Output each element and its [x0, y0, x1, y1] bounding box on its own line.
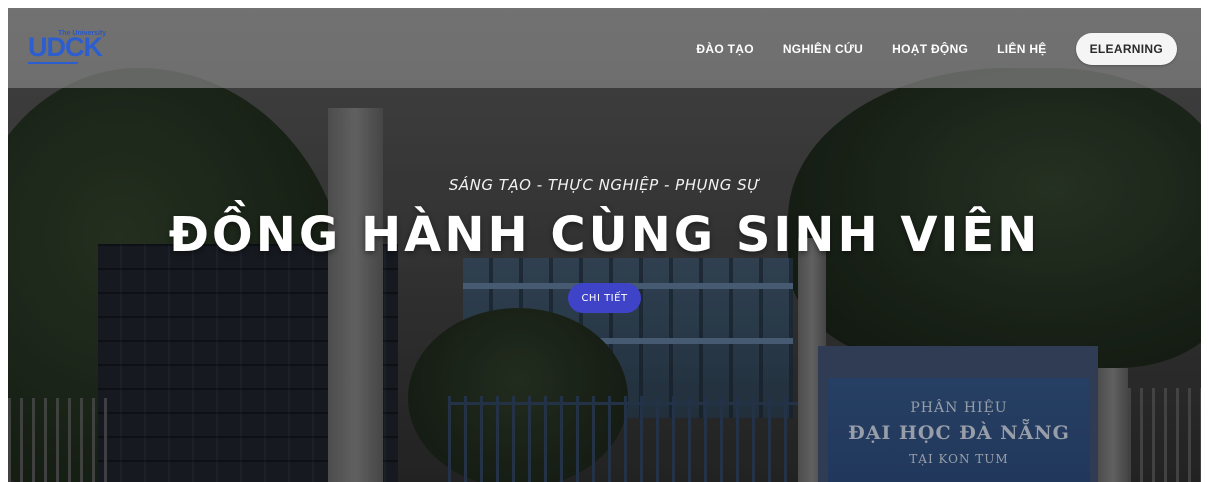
hero-headline: ĐỒNG HÀNH CÙNG SINH VIÊN	[168, 207, 1041, 263]
main-nav: ĐÀO TẠO NGHIÊN CỨU HOẠT ĐỘNG LIÊN HỆ ELE…	[696, 33, 1177, 65]
elearning-button[interactable]: ELEARNING	[1075, 33, 1177, 65]
navbar: The University UDCK ĐÀO TẠO NGHIÊN CỨU H…	[8, 8, 1201, 88]
nav-link-nghien-cuu[interactable]: NGHIÊN CỨU	[783, 42, 863, 56]
hero-tagline: SÁNG TẠO - THỰC NGHIỆP - PHỤNG SỰ	[448, 176, 761, 194]
page: PHÂN HIỆU ĐẠI HỌC ĐÀ NẴNG TẠI KON TUM Th…	[0, 0, 1209, 482]
logo-underline	[28, 62, 78, 64]
nav-link-dao-tao[interactable]: ĐÀO TẠO	[696, 42, 753, 56]
nav-link-lien-he[interactable]: LIÊN HỆ	[997, 42, 1046, 56]
details-button[interactable]: CHI TIẾT	[568, 283, 641, 313]
hero-content: SÁNG TẠO - THỰC NGHIỆP - PHỤNG SỰ ĐỒNG H…	[8, 175, 1201, 313]
site-logo[interactable]: The University UDCK	[28, 26, 108, 66]
nav-link-hoat-dong[interactable]: HOẠT ĐỘNG	[892, 42, 968, 56]
logo-wordmark: UDCK	[28, 32, 103, 62]
